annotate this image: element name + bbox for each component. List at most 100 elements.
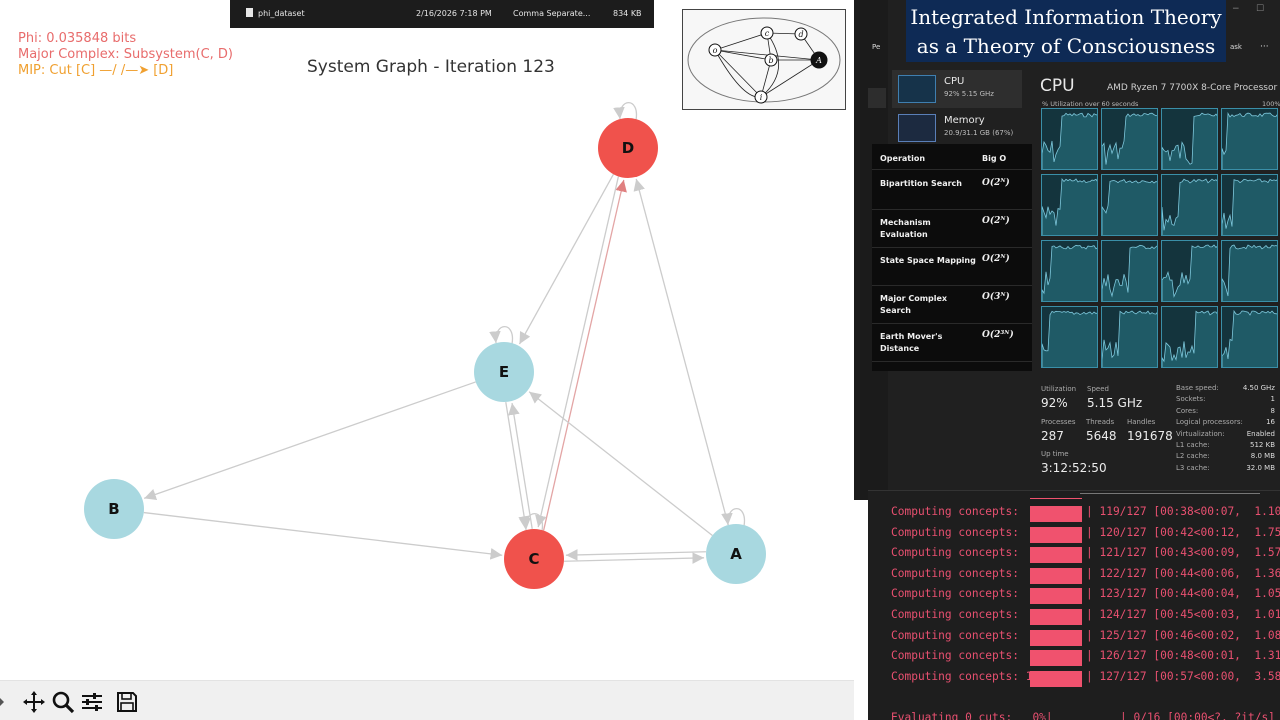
- cpu-core-graph: [1161, 174, 1218, 236]
- edge-E-B: [143, 381, 476, 501]
- cpu-model: AMD Ryzen 7 7700X 8-Core Processor: [1107, 83, 1278, 93]
- threads-value: 5648: [1086, 429, 1117, 443]
- spec-value: 1: [1270, 395, 1275, 404]
- phi-readout: Phi: 0.035848 bits: [18, 31, 137, 46]
- zoom-icon[interactable]: [50, 689, 76, 715]
- operation-name: Earth Mover's Distance: [880, 332, 943, 353]
- save-icon[interactable]: [114, 689, 140, 715]
- cpu-core-graph: [1221, 306, 1278, 368]
- spec-value: 16: [1266, 418, 1275, 427]
- network-diagram-thumbnail: o c d b Ai: [682, 9, 846, 110]
- edge-A-E: [528, 391, 713, 536]
- tile-memory[interactable]: Memory 20.9/31.1 GB (67%): [892, 109, 1022, 147]
- spec-key: Base speed:: [1176, 384, 1219, 392]
- minimize-icon[interactable]: −: [1232, 4, 1240, 14]
- node-label-A: A: [730, 545, 742, 563]
- self-loop-A: [721, 508, 746, 527]
- terminal-progress-stats: | 120/127 [00:42<00:12, 1.75s/it]: [1086, 525, 1280, 539]
- toolbar-edge-arrow-icon[interactable]: [0, 689, 6, 715]
- node-label-D: D: [622, 139, 634, 157]
- terminal-progress-stats: | 121/127 [00:43<00:09, 1.57s/it]: [1086, 546, 1280, 560]
- complexity-table-header: Operation Big O: [872, 144, 1032, 170]
- utilization-graph-max: 100%: [1262, 100, 1280, 108]
- pan-icon[interactable]: [21, 689, 47, 715]
- thumb-node-label: o: [713, 46, 718, 55]
- edge-B-C: [143, 511, 503, 560]
- cpu-core-graph: [1101, 306, 1158, 368]
- cpu-core-graphs: [1041, 108, 1279, 370]
- cpu-core-graph: [1221, 240, 1278, 302]
- operation-name: State Space Mapping: [880, 256, 976, 265]
- edge-A-D: [633, 178, 729, 526]
- terminal-progress-prefix: Computing concepts: 98%: [891, 628, 1053, 642]
- file-size: 834 KB: [613, 9, 642, 18]
- cpu-core-graph: [1161, 306, 1218, 368]
- terminal-progress-bar: [1030, 670, 1082, 687]
- processes-label: Processes: [1041, 418, 1076, 426]
- terminal-progress-prefix: Computing concepts: 94%: [891, 525, 1053, 539]
- cpu-core-graph: [1161, 240, 1218, 302]
- complexity-value: O(2ᴺ): [982, 254, 1010, 264]
- uptime-label: Up time: [1041, 450, 1069, 458]
- terminal-progress-bar: [1030, 650, 1082, 667]
- complexity-value: O(3ᴺ): [982, 292, 1010, 302]
- terminal-progress-bar: [1030, 526, 1082, 543]
- complexity-row: State Space Mapping O(2ᴺ): [872, 248, 1032, 286]
- more-icon[interactable]: ···: [1260, 42, 1269, 52]
- tile-memory-detail: 20.9/31.1 GB (67%): [944, 129, 1014, 137]
- terminal-progress-stats: | 122/127 [00:44<00:06, 1.36s/it]: [1086, 566, 1280, 580]
- thumb-node-label: b: [768, 56, 773, 65]
- cpu-core-graph: [1221, 174, 1278, 236]
- edge-A-C: [565, 549, 706, 561]
- tile-cpu[interactable]: CPU 92% 5.15 GHz: [892, 70, 1022, 108]
- handles-value: 191678: [1127, 429, 1173, 443]
- maximize-icon[interactable]: ☐: [1256, 4, 1264, 14]
- terminal-divider: [1080, 493, 1260, 494]
- terminal-progress-bar: [1030, 547, 1082, 564]
- thumbnail-network-drawing: o c d b Ai: [687, 17, 841, 104]
- spec-value: 4.50 GHz: [1242, 384, 1275, 392]
- graph-title: System Graph - Iteration 123: [307, 57, 555, 77]
- spec-key: Virtualization:: [1176, 429, 1225, 438]
- configure-icon[interactable]: [79, 689, 105, 715]
- cpu-core-graph: [1221, 108, 1278, 170]
- terminal-progress-bar: [1030, 567, 1082, 584]
- terminal-progress-stats: | 124/127 [00:45<00:03, 1.01s/it]: [1086, 608, 1280, 621]
- spec-value: 8.0 MB: [1250, 452, 1275, 461]
- tile-memory-name: Memory: [944, 115, 985, 126]
- terminal-progress-stats: | 123/127 [00:44<00:04, 1.05s/it]: [1086, 587, 1280, 601]
- terminal-progress-prefix: Computing concepts: 94%: [891, 505, 1053, 518]
- speed-label: Speed: [1087, 385, 1109, 393]
- edge-E-C: [505, 401, 530, 528]
- threads-label: Threads: [1086, 418, 1115, 426]
- file-explorer-row[interactable]: phi_dataset 2/16/2026 7:18 PM Comma Sepa…: [230, 0, 654, 28]
- spec-key: Sockets:: [1176, 395, 1206, 404]
- mip-readout: MIP: Cut [C] —/ /—➤ [D]: [18, 63, 174, 78]
- terminal-progress-prefix: Computing concepts: 97%: [891, 587, 1053, 601]
- spec-value: 512 KB: [1250, 441, 1275, 449]
- performance-tab-fragment[interactable]: Pe: [872, 43, 880, 51]
- complexity-row: Bipartition Search O(2ᴺ): [872, 172, 1032, 210]
- self-loop-D: [613, 102, 638, 121]
- terminal-progress-stats: | 119/127 [00:38<00:07, 1.10it/s]: [1086, 505, 1280, 518]
- thumb-node-label: c: [765, 29, 770, 38]
- spec-value: 32.0 MB: [1246, 463, 1275, 472]
- tile-cpu-name: CPU: [944, 76, 965, 87]
- run-task-fragment[interactable]: ask: [1230, 43, 1242, 51]
- thumb-node-label: d: [798, 30, 803, 39]
- terminal-progress-bar: [1030, 629, 1082, 646]
- cpu-core-graph: [1101, 240, 1158, 302]
- terminal-progress-prefix: Computing concepts: 95%: [891, 546, 1053, 560]
- tile-cpu-detail: 92% 5.15 GHz: [944, 90, 994, 98]
- terminal-progress-prefix: Computing concepts: 99%: [891, 649, 1053, 663]
- speed-value: 5.15 GHz: [1087, 396, 1143, 410]
- spec-key: L1 cache:: [1176, 441, 1210, 449]
- file-icon: [246, 8, 253, 17]
- memory-sparkline: [898, 114, 936, 142]
- self-loop-E: [489, 326, 514, 345]
- nav-item[interactable]: [868, 88, 886, 108]
- edge-C-A: [564, 552, 705, 564]
- cpu-core-graph: [1041, 174, 1098, 236]
- terminal-progress-stats: | 126/127 [00:48<00:01, 1.31s/it]: [1086, 649, 1280, 663]
- terminal-progress-bar: [1030, 588, 1082, 605]
